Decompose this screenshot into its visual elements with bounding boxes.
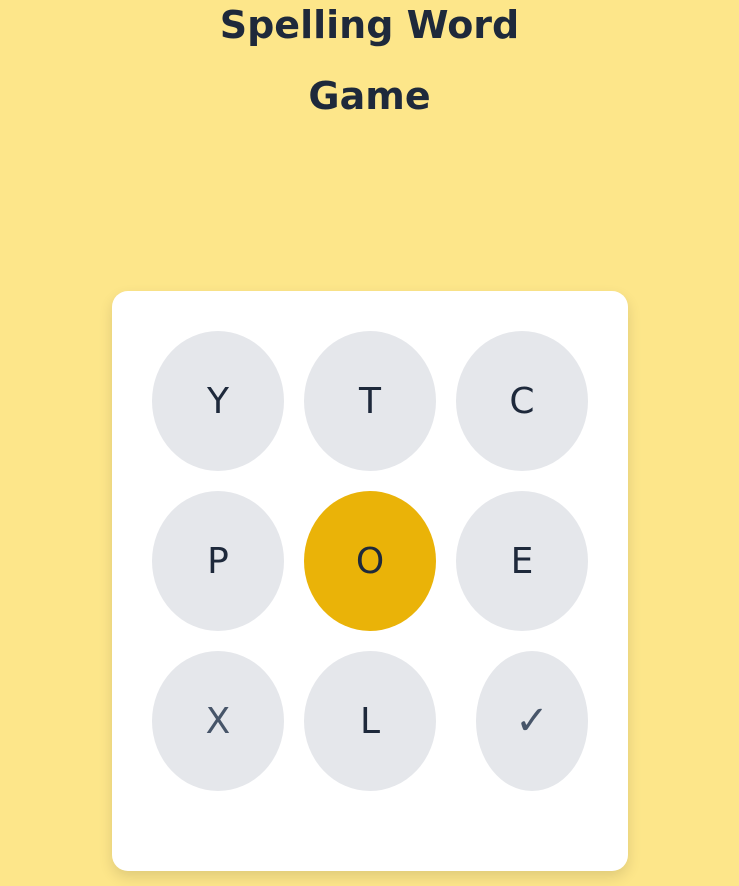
title-line-1: Spelling Word bbox=[219, 3, 520, 47]
letter-board: Y T C P O E X L ✓ bbox=[112, 291, 628, 871]
title-line-2: Game bbox=[308, 74, 431, 118]
letter-key-o-selected[interactable]: O bbox=[304, 491, 436, 631]
letter-key-c[interactable]: C bbox=[456, 331, 588, 471]
letter-key-y[interactable]: Y bbox=[152, 331, 284, 471]
submit-button[interactable]: ✓ bbox=[476, 651, 588, 791]
letter-key-l[interactable]: L bbox=[304, 651, 436, 791]
letter-key-x[interactable]: X bbox=[152, 651, 284, 791]
letter-key-e[interactable]: E bbox=[456, 491, 588, 631]
checkmark-icon: ✓ bbox=[515, 698, 549, 744]
page-title: Spelling Word Game bbox=[0, 0, 739, 132]
letter-key-t[interactable]: T bbox=[304, 331, 436, 471]
game-page: Spelling Word Game Y T C P O E X L ✓ bbox=[0, 0, 739, 886]
letter-key-p[interactable]: P bbox=[152, 491, 284, 631]
